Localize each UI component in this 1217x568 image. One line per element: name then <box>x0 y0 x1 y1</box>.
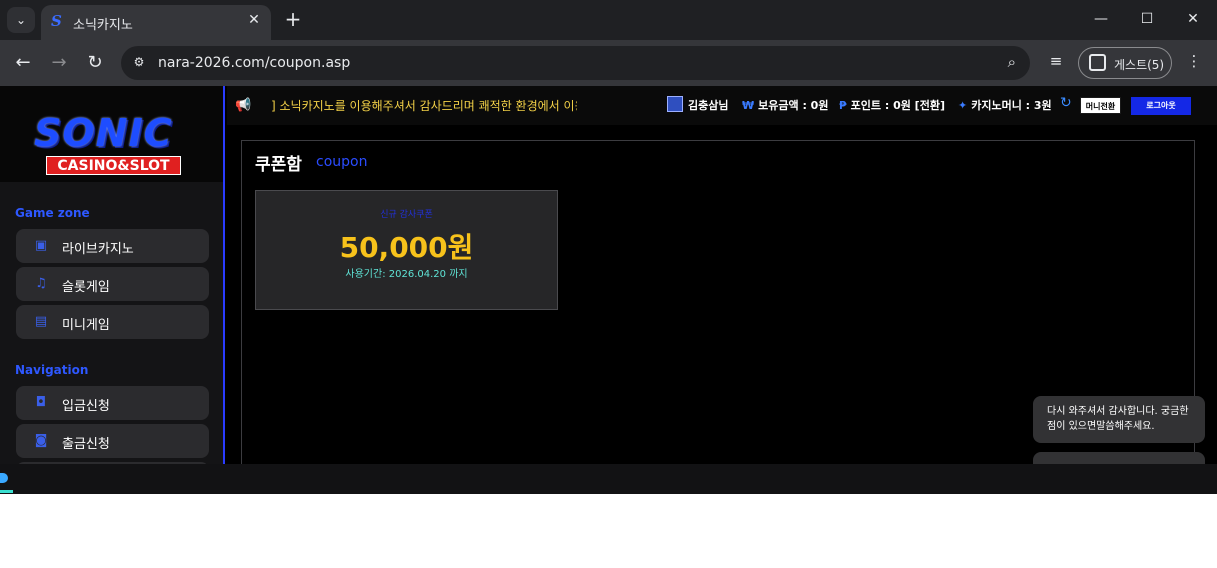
menu-kebab-icon[interactable]: ⋮ <box>1183 52 1205 70</box>
site-logo[interactable]: SONIC CASINO&SLOT <box>0 86 223 182</box>
balance-info: ₩ 보유금액 : 0원 <box>742 97 828 113</box>
chat-widget[interactable] <box>1033 452 1205 464</box>
sidebar-item-slot[interactable]: ♫ 슬롯게임 <box>16 267 209 301</box>
close-window-button[interactable]: ✕ <box>1181 8 1205 30</box>
logo-subtext: CASINO&SLOT <box>46 156 181 175</box>
tab-title: 소닉카지노 <box>73 18 133 33</box>
site-favicon-icon: S <box>51 12 62 30</box>
zoom-icon[interactable]: ⌕ <box>1008 53 1016 71</box>
back-button[interactable]: ← <box>12 52 34 74</box>
game-zone-title: Game zone <box>15 206 90 220</box>
minimize-button[interactable]: — <box>1089 8 1113 30</box>
browser-window: ⌄ S 소닉카지노 ✕ + — ☐ ✕ ← → ↻ ⚙ ⌕ ≡ 게스트(5) ⋮… <box>0 0 1217 494</box>
mini-game-icon: ▤ <box>34 314 48 329</box>
sidebar-item-deposit[interactable]: ◘ 입금신청 <box>16 386 209 420</box>
sidebar-item-withdraw[interactable]: ◙ 출금신청 <box>16 424 209 458</box>
user-avatar <box>667 96 683 112</box>
refresh-icon[interactable]: ↻ <box>1060 95 1072 111</box>
forward-button[interactable]: → <box>48 52 70 74</box>
navigation-title: Navigation <box>15 363 89 377</box>
guest-profile-button[interactable]: 게스트(5) <box>1078 47 1172 79</box>
balance-label: 보유금액 : 0원 <box>758 99 829 112</box>
tab-strip: ⌄ S 소닉카지노 ✕ + — ☐ ✕ <box>0 0 1217 40</box>
casino-money-info: ✦ 카지노머니 : 3원 <box>958 97 1052 113</box>
megaphone-icon: 📢 <box>235 98 252 113</box>
deposit-icon: ◘ <box>35 395 47 410</box>
logout-button[interactable]: 로그아웃 <box>1131 97 1191 115</box>
chevron-down-icon: ⌄ <box>15 13 27 27</box>
logo-text: SONIC <box>34 111 173 155</box>
sidebar-item-live-casino[interactable]: ▣ 라이브카지노 <box>16 229 209 263</box>
point-label: 포인트 : 0원 [전환] <box>850 99 945 112</box>
point-icon: ₱ <box>839 99 847 112</box>
live-casino-icon: ▣ <box>34 238 48 253</box>
maximize-button[interactable]: ☐ <box>1135 8 1159 30</box>
point-info[interactable]: ₱ 포인트 : 0원 [전환] <box>839 97 945 113</box>
page-subtitle: coupon <box>316 154 368 170</box>
sidebar-item-label: 슬롯게임 <box>62 280 110 295</box>
site-settings-icon[interactable]: ⚙ <box>131 55 147 71</box>
chat-message-bubble[interactable]: 다시 와주셔서 감사합니다. 궁금한점이 있으면말씀해주세요. <box>1033 396 1205 443</box>
url-input[interactable] <box>158 55 858 71</box>
won-icon: ₩ <box>742 99 755 112</box>
sidebar-item-label: 출금신청 <box>62 437 110 452</box>
page-title: 쿠폰함 <box>255 155 302 175</box>
sidebar: SONIC CASINO&SLOT Game zone ▣ 라이브카지노 ♫ 슬… <box>0 86 225 464</box>
tab-active[interactable]: S 소닉카지노 ✕ <box>41 5 271 40</box>
accent-bar <box>0 490 13 493</box>
coupon-amount: 50,000원 <box>339 231 474 264</box>
notice-marquee: ] 소닉카지노를 이용해주셔서 감사드리며 쾌적한 환경에서 이용하실 수 있도… <box>271 99 577 113</box>
bottom-strip <box>0 464 1217 494</box>
coupon-card[interactable]: 신규 감사쿠폰 50,000원 사용기간: 2026.04.20 까지 <box>255 190 558 310</box>
money-convert-button[interactable]: 머니전환 <box>1080 97 1121 114</box>
floating-tab-icon[interactable] <box>0 473 8 483</box>
top-info-bar: 📢 ] 소닉카지노를 이용해주셔서 감사드리며 쾌적한 환경에서 이용하실 수 … <box>227 86 1217 125</box>
sidebar-item-label: 미니게임 <box>62 318 110 333</box>
tab-search-button[interactable]: ⌄ <box>7 7 35 33</box>
page-viewport: SONIC CASINO&SLOT Game zone ▣ 라이브카지노 ♫ 슬… <box>0 86 1217 464</box>
new-tab-button[interactable]: + <box>283 8 303 30</box>
coupon-expiry: 사용기간: 2026.04.20 까지 <box>345 269 468 280</box>
tab-close-icon[interactable]: ✕ <box>245 12 263 30</box>
username: 김충삼님 <box>688 99 729 112</box>
browser-toolbar: ← → ↻ ⚙ ⌕ ≡ 게스트(5) ⋮ <box>0 40 1217 86</box>
media-control-icon[interactable]: ≡ <box>1045 52 1067 70</box>
profile-icon <box>1089 54 1106 71</box>
guest-label: 게스트(5) <box>1114 58 1165 72</box>
wallet-icon: ◙ <box>34 433 48 448</box>
slot-icon: ♫ <box>35 276 47 291</box>
casino-money-icon: ✦ <box>958 99 968 112</box>
reload-button[interactable]: ↻ <box>84 52 106 74</box>
coupon-name: 신규 감사쿠폰 <box>380 210 433 220</box>
sidebar-item-mini-game[interactable]: ▤ 미니게임 <box>16 305 209 339</box>
sidebar-item-label: 라이브카지노 <box>62 242 134 257</box>
sidebar-item-label: 입금신청 <box>62 399 110 414</box>
address-bar[interactable]: ⚙ ⌕ <box>121 46 1030 80</box>
casino-money-label: 카지노머니 : 3원 <box>971 99 1052 112</box>
